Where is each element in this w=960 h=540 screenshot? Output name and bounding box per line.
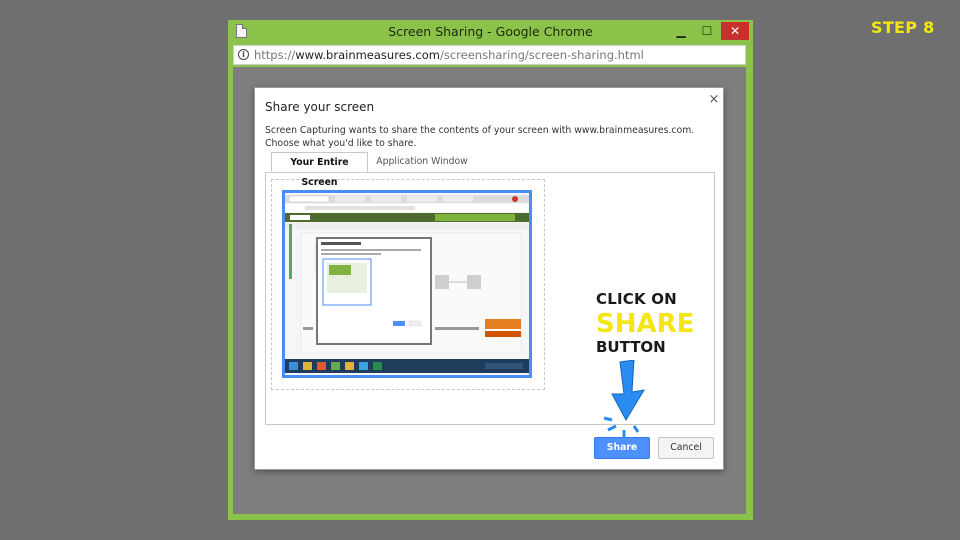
url-prefix: https:// bbox=[254, 48, 296, 62]
callout-line-3: BUTTON bbox=[596, 338, 666, 356]
url-text: https://www.brainmeasures.com/screenshar… bbox=[254, 48, 644, 62]
close-icon[interactable]: × bbox=[707, 92, 721, 108]
maximize-button[interactable]: ☐ bbox=[694, 22, 720, 40]
tab-entire-screen[interactable]: Your Entire Screen bbox=[271, 152, 368, 188]
info-icon[interactable]: i bbox=[238, 49, 249, 60]
dialog-description: Screen Capturing wants to share the cont… bbox=[265, 125, 695, 149]
url-domain: www.brainmeasures.com bbox=[295, 48, 440, 62]
screen-thumbnail[interactable] bbox=[282, 190, 532, 378]
screen-option[interactable] bbox=[271, 179, 545, 390]
minimize-button[interactable]: ▁ bbox=[668, 22, 694, 40]
callout-line-1: CLICK ON bbox=[596, 290, 677, 308]
dialog-title: Share your screen bbox=[265, 100, 375, 114]
pointer-arrow-icon bbox=[603, 360, 645, 438]
tab-application-window[interactable]: Application Window bbox=[372, 152, 472, 172]
cancel-button[interactable]: Cancel bbox=[658, 437, 714, 459]
window-titlebar: Screen Sharing - Google Chrome ▁ ☐ ✕ bbox=[228, 20, 753, 43]
screen-preview-image bbox=[285, 193, 529, 375]
share-button[interactable]: Share bbox=[594, 437, 650, 459]
callout-line-2: SHARE bbox=[596, 309, 695, 339]
address-bar[interactable]: i https://www.brainmeasures.com/screensh… bbox=[233, 45, 746, 65]
close-window-button[interactable]: ✕ bbox=[721, 22, 749, 40]
step-label: STEP 8 bbox=[871, 18, 935, 37]
instruction-callout: CLICK ON SHARE BUTTON bbox=[596, 290, 694, 356]
url-path: /screensharing/screen-sharing.html bbox=[439, 48, 644, 62]
